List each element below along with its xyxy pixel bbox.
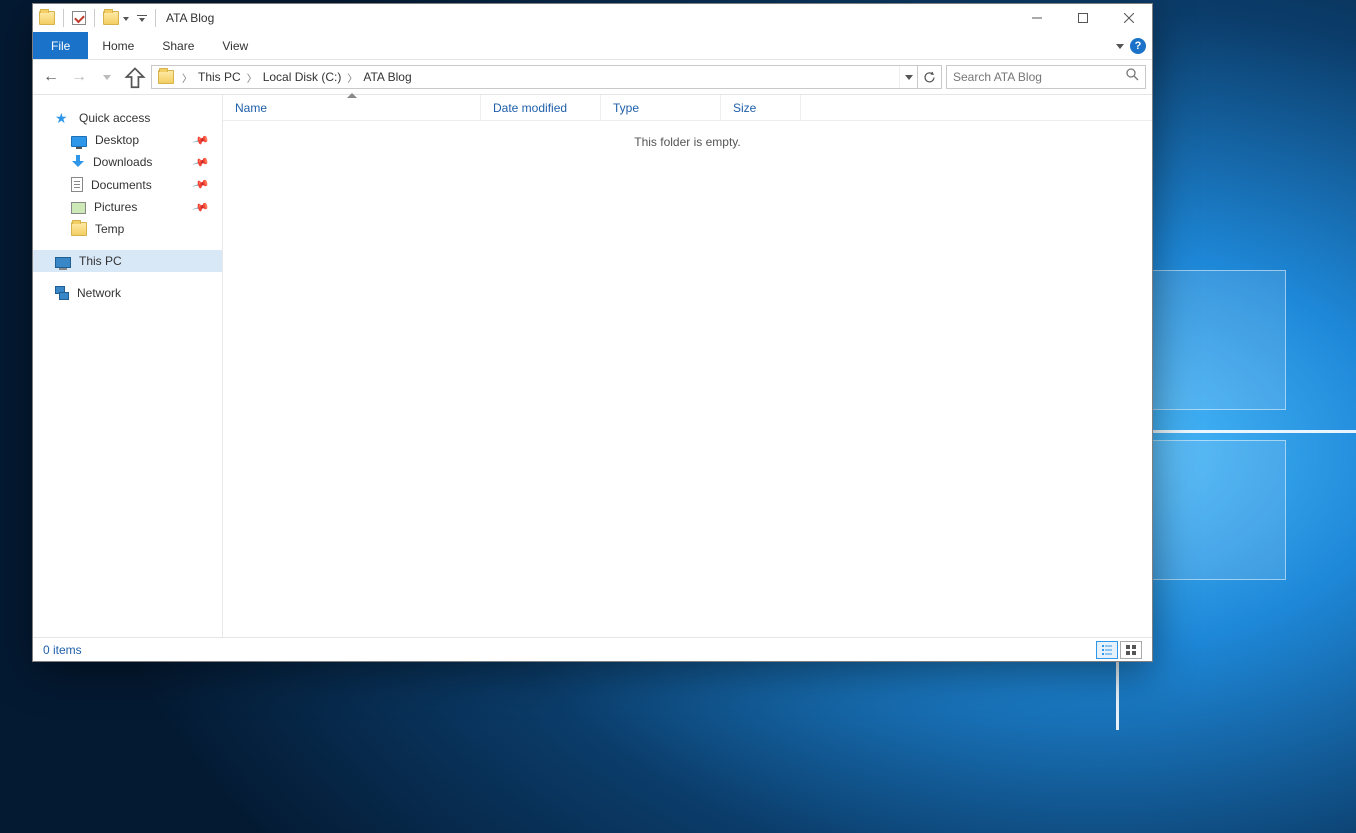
column-header-type[interactable]: Type — [601, 95, 721, 120]
desktop-icon — [71, 136, 87, 147]
sidebar-label: Quick access — [79, 111, 150, 125]
sort-ascending-icon — [347, 93, 357, 98]
app-folder-icon — [39, 11, 55, 25]
column-label: Date modified — [493, 101, 567, 115]
column-header-size[interactable]: Size — [721, 95, 801, 120]
folder-icon — [71, 222, 87, 236]
pc-icon — [55, 257, 71, 268]
maximize-button[interactable] — [1060, 4, 1106, 32]
column-label: Name — [235, 101, 267, 115]
status-bar: 0 items — [33, 637, 1152, 661]
navigation-pane: ★ Quick access Desktop 📌 Downloads 📌 Doc… — [33, 95, 223, 637]
column-header-name[interactable]: Name — [223, 95, 481, 120]
ribbon-expand-icon[interactable] — [1116, 44, 1124, 49]
breadcrumb-this-pc[interactable]: This PC — [196, 70, 243, 84]
refresh-button[interactable] — [917, 66, 941, 88]
network-icon — [55, 286, 69, 300]
pin-icon: 📌 — [192, 175, 210, 193]
sidebar-item-temp[interactable]: Temp — [33, 218, 222, 240]
file-explorer-window: ATA Blog File Home Share View ? ← → — [32, 3, 1153, 662]
chevron-down-icon — [123, 17, 129, 21]
help-icon[interactable]: ? — [1130, 38, 1146, 54]
sidebar-label: Downloads — [93, 155, 152, 169]
chevron-down-icon — [139, 18, 145, 22]
view-details-button[interactable] — [1096, 641, 1118, 659]
nav-recent-dropdown[interactable] — [95, 63, 119, 91]
chevron-right-icon[interactable]: 〉 — [247, 70, 257, 85]
status-item-count: 0 items — [43, 643, 82, 657]
folder-icon — [103, 11, 119, 25]
sidebar-item-desktop[interactable]: Desktop 📌 — [33, 129, 222, 151]
sidebar-item-documents[interactable]: Documents 📌 — [33, 173, 222, 196]
chevron-right-icon[interactable]: 〉 — [347, 70, 357, 85]
separator — [155, 9, 156, 27]
breadcrumb-local-disk[interactable]: Local Disk (C:) — [261, 70, 344, 84]
nav-forward-button[interactable]: → — [67, 63, 91, 91]
sidebar-label: Documents — [91, 178, 152, 192]
sidebar-label: Network — [77, 286, 121, 300]
document-icon — [71, 177, 83, 192]
column-label: Type — [613, 101, 639, 115]
pin-icon: 📌 — [192, 198, 210, 216]
window-title: ATA Blog — [166, 11, 214, 25]
tab-file[interactable]: File — [33, 32, 88, 59]
search-input[interactable] — [953, 70, 1139, 84]
titlebar[interactable]: ATA Blog — [33, 4, 1152, 32]
address-history-dropdown[interactable] — [899, 66, 917, 88]
sidebar-item-pictures[interactable]: Pictures 📌 — [33, 196, 222, 218]
column-header-date[interactable]: Date modified — [481, 95, 601, 120]
sidebar-label: Desktop — [95, 133, 139, 147]
sidebar-label: Pictures — [94, 200, 137, 214]
qat-customize[interactable] — [137, 15, 147, 21]
sidebar-label: Temp — [95, 222, 124, 236]
tab-view[interactable]: View — [208, 32, 262, 59]
properties-qat-icon[interactable] — [72, 11, 86, 25]
sidebar-item-downloads[interactable]: Downloads 📌 — [33, 151, 222, 173]
star-icon: ★ — [55, 111, 71, 125]
separator — [63, 9, 64, 27]
column-label: Size — [733, 101, 756, 115]
search-icon[interactable] — [1126, 68, 1139, 86]
sidebar-label: This PC — [79, 254, 122, 268]
file-list-area[interactable]: Name Date modified Type Size This folder… — [223, 95, 1152, 637]
nav-up-button[interactable] — [123, 63, 147, 91]
folder-icon — [158, 70, 174, 84]
sidebar-this-pc[interactable]: This PC — [33, 250, 222, 272]
pin-icon: 📌 — [192, 131, 210, 149]
sidebar-network[interactable]: Network — [33, 282, 222, 304]
minimize-button[interactable] — [1014, 4, 1060, 32]
empty-folder-message: This folder is empty. — [223, 121, 1152, 163]
sidebar-quick-access[interactable]: ★ Quick access — [33, 107, 222, 129]
breadcrumb-current[interactable]: ATA Blog — [361, 70, 413, 84]
nav-back-button[interactable]: ← — [39, 63, 63, 91]
tab-home[interactable]: Home — [88, 32, 148, 59]
close-button[interactable] — [1106, 4, 1152, 32]
column-headers: Name Date modified Type Size — [223, 95, 1152, 121]
tab-share[interactable]: Share — [148, 32, 208, 59]
navigation-row: ← → 〉 This PC 〉 Local Disk (C:) 〉 ATA Bl… — [33, 60, 1152, 94]
search-box[interactable] — [946, 65, 1146, 89]
view-thumbnails-button[interactable] — [1120, 641, 1142, 659]
address-bar[interactable]: 〉 This PC 〉 Local Disk (C:) 〉 ATA Blog — [151, 65, 942, 89]
pin-icon: 📌 — [192, 153, 210, 171]
ribbon: File Home Share View ? — [33, 32, 1152, 60]
new-folder-qat[interactable] — [103, 11, 129, 25]
download-icon — [71, 155, 85, 169]
chevron-right-icon[interactable]: 〉 — [182, 70, 192, 85]
pictures-icon — [71, 202, 86, 214]
separator — [94, 9, 95, 27]
